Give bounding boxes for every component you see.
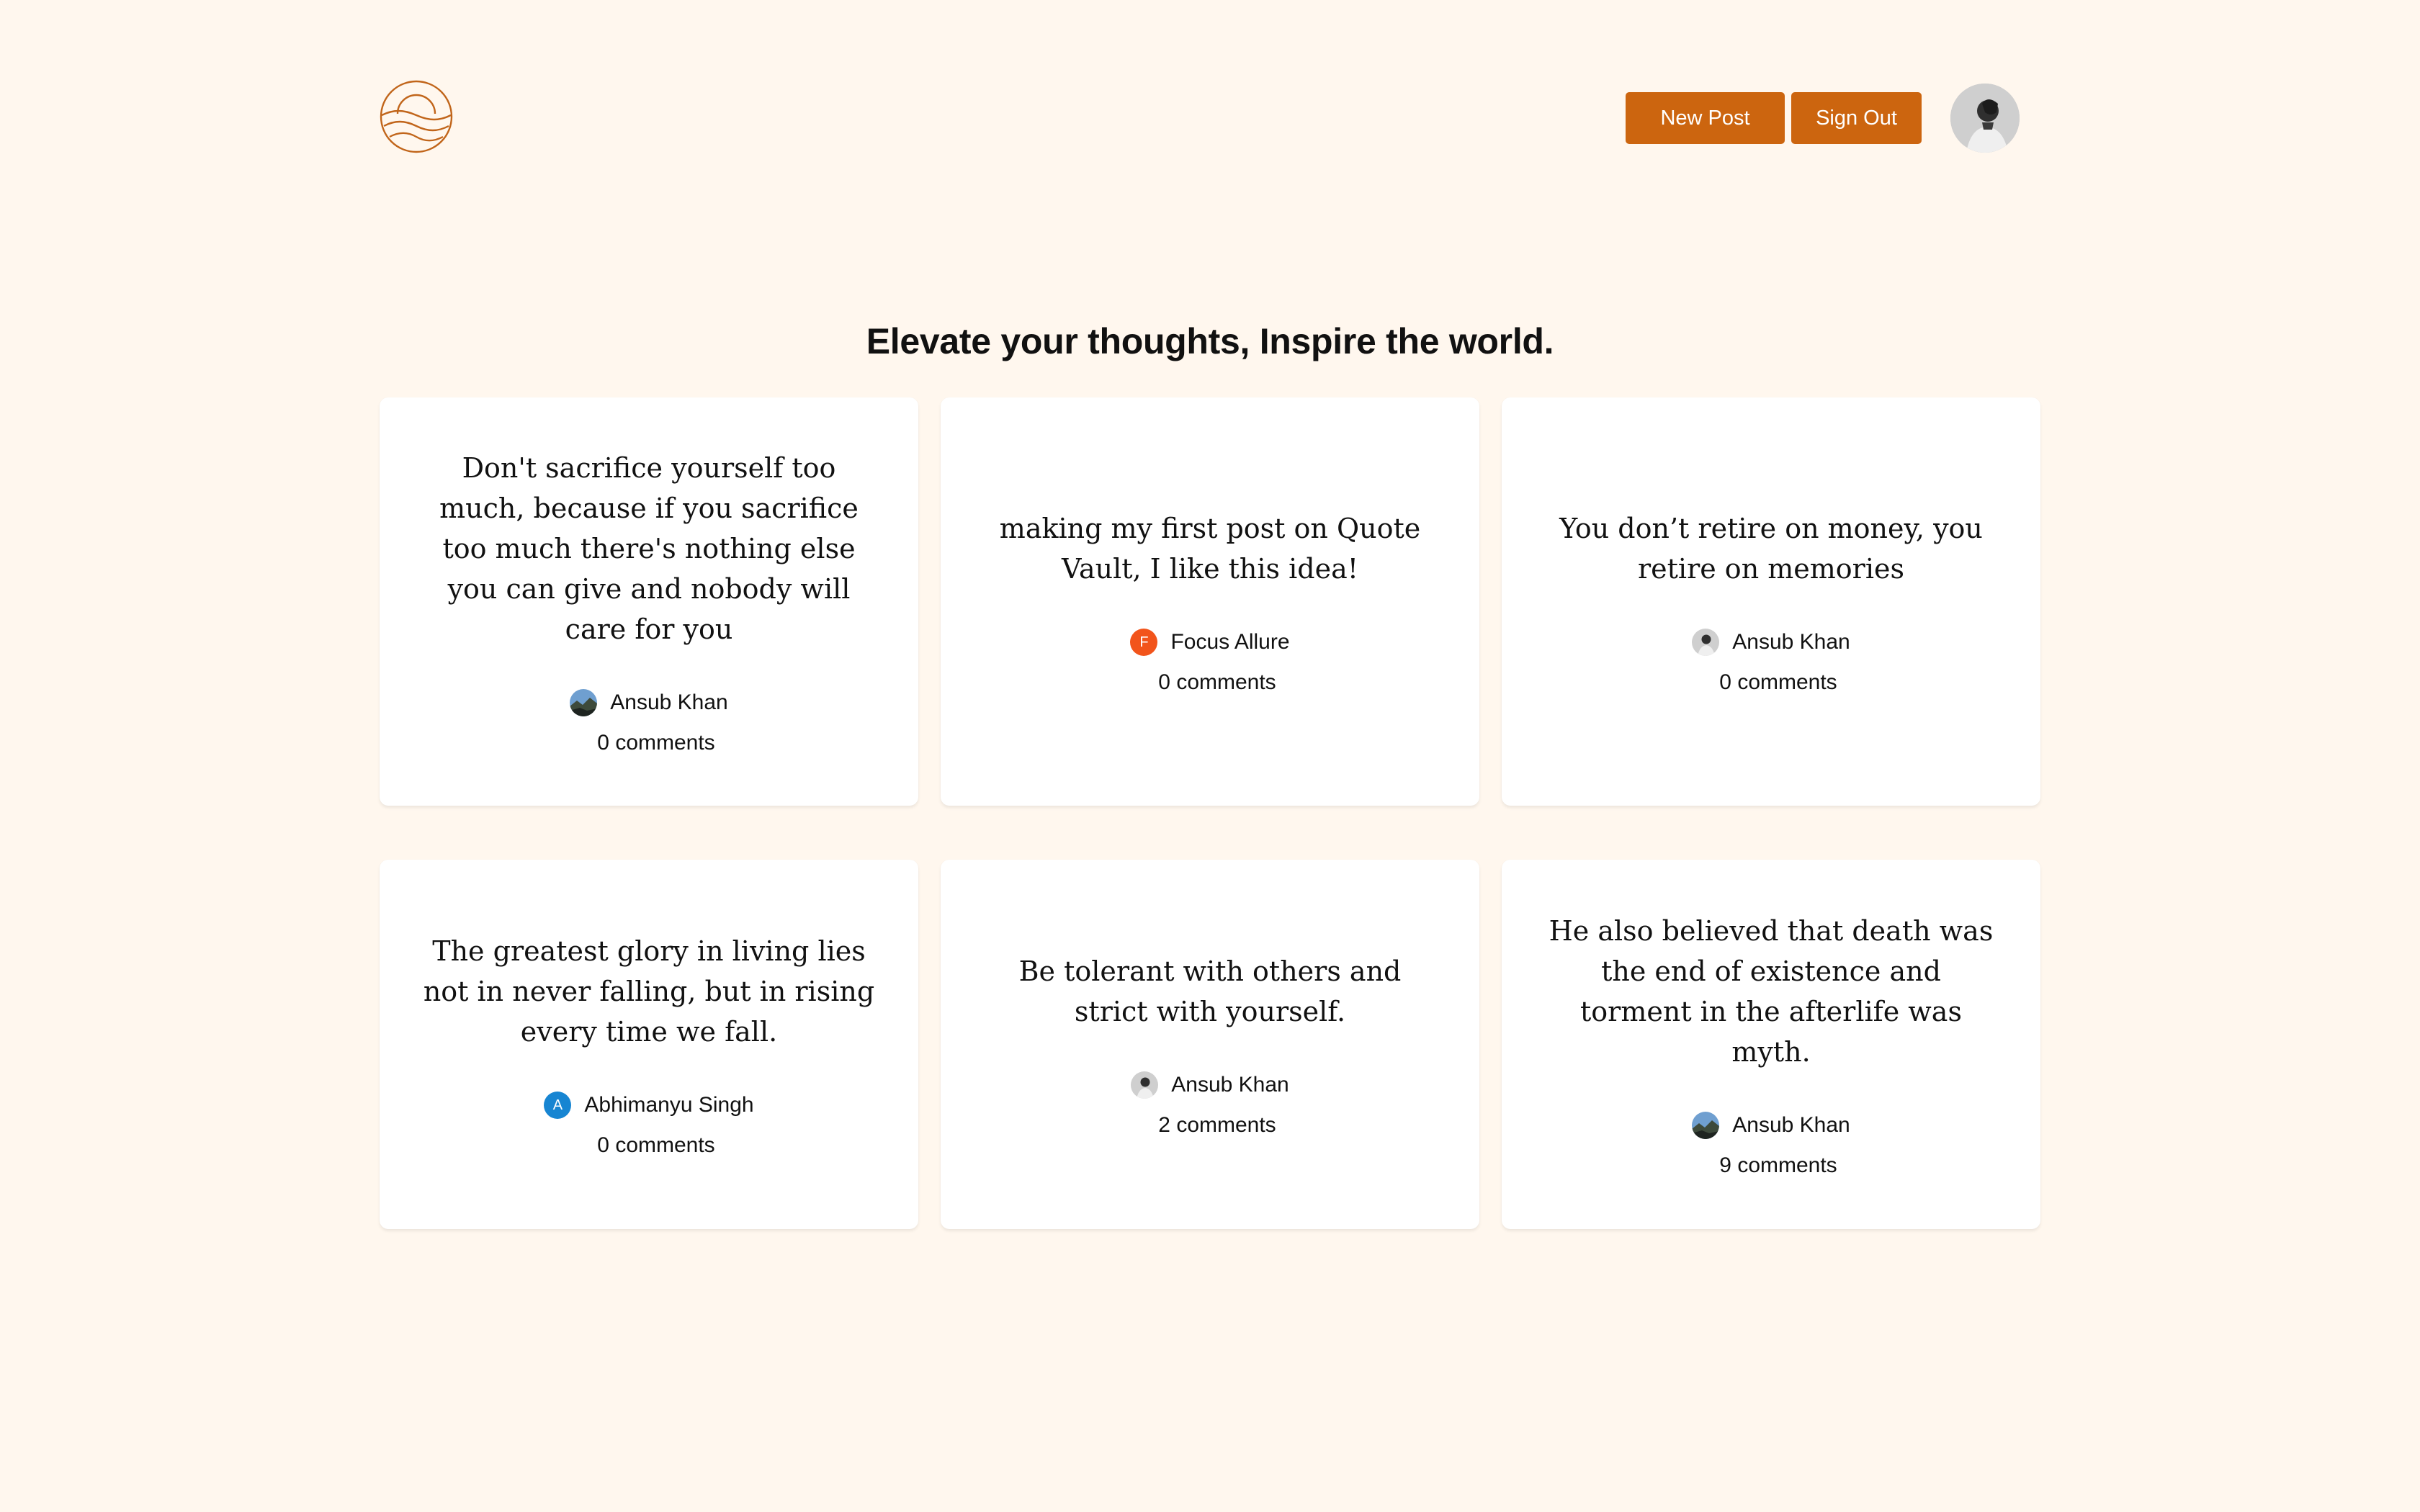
comment-count[interactable]: 2 comments xyxy=(1144,1113,1276,1138)
page-title: Elevate your thoughts, Inspire the world… xyxy=(866,320,1554,361)
quote-text: You don’t retire on money, you retire on… xyxy=(1559,513,1983,585)
comment-count[interactable]: 0 comments xyxy=(583,1133,714,1158)
author-avatar xyxy=(1131,1071,1159,1099)
author-avatar xyxy=(1692,629,1720,656)
quote-text: He also believed that death was the end … xyxy=(1549,915,1994,1068)
author-name: Ansub Khan xyxy=(1732,630,1850,654)
site-header: New Post Sign Out xyxy=(379,79,2020,158)
author-avatar: F xyxy=(1130,629,1158,656)
comment-count[interactable]: 9 comments xyxy=(1705,1153,1837,1178)
quote-card[interactable]: Don't sacrifice yourself too much, becau… xyxy=(380,397,918,806)
comment-count[interactable]: 0 comments xyxy=(583,731,714,755)
quote-card[interactable]: You don’t retire on money, you retire on… xyxy=(1502,397,2040,806)
quote-card[interactable]: Be tolerant with others and strict with … xyxy=(941,860,1479,1229)
quote-card[interactable]: The greatest glory in living lies not in… xyxy=(380,860,918,1229)
new-post-button[interactable]: New Post xyxy=(1626,92,1785,144)
avatar-letter: F xyxy=(1139,634,1149,650)
quote-text: The greatest glory in living lies not in… xyxy=(423,935,875,1048)
author-row[interactable]: F Focus Allure xyxy=(1130,629,1290,656)
author-name: Focus Allure xyxy=(1170,630,1290,654)
author-avatar xyxy=(1692,1112,1720,1139)
author-avatar: A xyxy=(544,1092,572,1119)
quote-text: making my first post on Quote Vault, I l… xyxy=(999,513,1421,585)
quote-grid: Don't sacrifice yourself too much, becau… xyxy=(380,397,2040,1229)
avatar-letter: A xyxy=(552,1097,563,1113)
comment-count[interactable]: 0 comments xyxy=(1705,670,1837,695)
author-name: Ansub Khan xyxy=(1171,1073,1289,1097)
author-row[interactable]: Ansub Khan xyxy=(1131,1071,1289,1099)
author-row[interactable]: Ansub Khan xyxy=(1692,1112,1850,1139)
author-row[interactable]: Ansub Khan xyxy=(1692,629,1850,656)
quote-text: Be tolerant with others and strict with … xyxy=(1018,955,1402,1027)
author-name: Abhimanyu Singh xyxy=(584,1093,754,1117)
user-avatar[interactable] xyxy=(1950,84,2020,153)
sun-over-waves-icon[interactable] xyxy=(379,79,454,154)
quote-card[interactable]: making my first post on Quote Vault, I l… xyxy=(941,397,1479,806)
comment-count[interactable]: 0 comments xyxy=(1144,670,1276,695)
sign-out-button[interactable]: Sign Out xyxy=(1791,92,1922,144)
quote-text: Don't sacrifice yourself too much, becau… xyxy=(439,452,859,645)
header-actions: New Post Sign Out xyxy=(1626,84,2020,153)
author-name: Ansub Khan xyxy=(610,690,728,714)
author-row[interactable]: Ansub Khan xyxy=(570,689,728,716)
author-name: Ansub Khan xyxy=(1732,1113,1850,1137)
author-avatar xyxy=(570,689,598,716)
author-row[interactable]: A Abhimanyu Singh xyxy=(544,1092,754,1119)
quote-card[interactable]: He also believed that death was the end … xyxy=(1502,860,2040,1229)
